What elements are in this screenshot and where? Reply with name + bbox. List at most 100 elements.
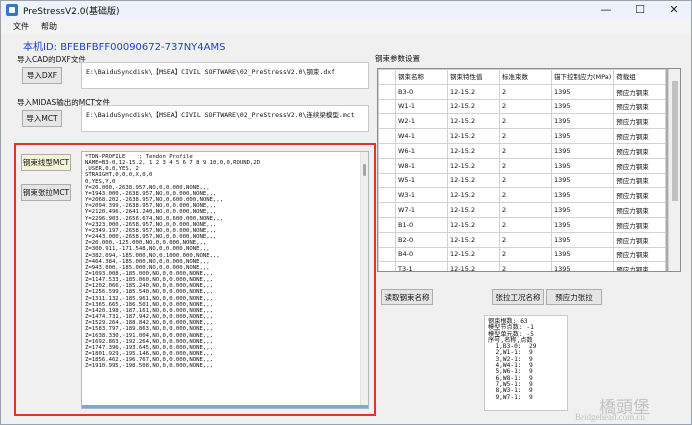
row-header[interactable] <box>378 246 396 263</box>
load-group-cell[interactable]: 预应力钢束 <box>613 187 667 204</box>
tendon-name-cell[interactable]: W1-1 <box>395 98 448 115</box>
tendon-property-cell[interactable]: 12-15.2 <box>447 261 500 271</box>
standard-count-cell[interactable]: 2 <box>499 187 552 204</box>
maximize-button[interactable]: ☐ <box>623 1 657 19</box>
read-tendon-name-button[interactable]: 读取钢束名称 <box>381 289 433 305</box>
tendon-name-cell[interactable]: W5-1 <box>395 172 448 189</box>
standard-count-cell[interactable]: 2 <box>499 261 552 271</box>
tendon-name-cell[interactable]: W8-1 <box>395 157 448 174</box>
tendon-property-cell[interactable]: 12-15.2 <box>447 157 500 174</box>
control-stress-cell[interactable]: 1395 <box>550 187 615 204</box>
tendon-property-cell[interactable]: 12-15.2 <box>447 231 500 248</box>
load-group-cell[interactable]: 预应力钢束 <box>613 216 667 233</box>
import-mct-button[interactable]: 导入MCT <box>22 110 62 127</box>
tendon-name-cell[interactable]: W4-1 <box>395 128 448 144</box>
tendon-property-cell[interactable]: 12-15.2 <box>447 202 500 218</box>
table-row[interactable]: W7-1 12-15.2 2 1395 预应力钢束 <box>378 202 667 218</box>
table-row[interactable]: W5-1 12-15.2 2 1395 预应力钢束 <box>378 172 667 189</box>
control-stress-cell[interactable]: 1395 <box>550 128 615 144</box>
load-group-cell[interactable]: 预应力钢束 <box>613 157 667 174</box>
tendon-name-cell[interactable]: B4-0 <box>395 246 448 263</box>
standard-count-cell[interactable]: 2 <box>499 142 552 159</box>
table-row[interactable]: W4-1 12-15.2 2 1395 预应力钢束 <box>378 128 667 144</box>
control-stress-cell[interactable]: 1395 <box>550 261 615 271</box>
tendon-name-cell[interactable]: W7-1 <box>395 202 448 218</box>
column-header[interactable]: 钢束名称 <box>395 69 448 85</box>
standard-count-cell[interactable]: 2 <box>499 128 552 144</box>
import-dxf-button[interactable]: 导入DXF <box>22 67 62 84</box>
tension-case-name-button[interactable]: 张拉工况名称 <box>492 289 544 305</box>
row-header[interactable] <box>378 187 396 204</box>
load-group-cell[interactable]: 预应力钢束 <box>613 172 667 189</box>
tendon-property-cell[interactable]: 12-15.2 <box>447 142 500 159</box>
load-group-cell[interactable]: 预应力钢束 <box>613 261 667 271</box>
table-row[interactable]: B4-0 12-15.2 2 1395 预应力钢束 <box>378 246 667 263</box>
tendon-shape-mct-button[interactable]: 钢束线型MCT <box>21 154 71 171</box>
standard-count-cell[interactable]: 2 <box>499 246 552 263</box>
control-stress-cell[interactable]: 1395 <box>550 231 615 248</box>
control-stress-cell[interactable]: 1395 <box>550 172 615 189</box>
dxf-path-field[interactable]: E:\BaiduSyncdisk\【MSEA】CIVIL SOFTWARE\02… <box>81 62 369 89</box>
standard-count-cell[interactable]: 2 <box>499 202 552 218</box>
load-group-cell[interactable]: 预应力钢束 <box>613 202 667 218</box>
close-button[interactable]: ✕ <box>657 1 691 19</box>
log-output-textbox[interactable]: 钢束根数: 63 模型节点数: -1 模型单元数: -5 序号,名称,点数 1,B3-… <box>484 315 568 411</box>
load-group-cell[interactable]: 预应力钢束 <box>613 113 667 130</box>
minimize-button[interactable]: — <box>589 1 623 19</box>
tendon-property-cell[interactable]: 12-15.2 <box>447 98 500 115</box>
prestress-tension-button[interactable]: 预应力张拉 <box>546 289 602 305</box>
table-row[interactable]: W1-1 12-15.2 2 1395 预应力钢束 <box>378 98 667 115</box>
tendon-property-cell[interactable]: 12-15.2 <box>447 113 500 130</box>
load-group-cell[interactable]: 预应力钢束 <box>613 98 667 115</box>
column-header[interactable]: 标准束数 <box>499 69 552 85</box>
row-header[interactable] <box>378 113 396 130</box>
row-header[interactable] <box>378 142 396 159</box>
row-header[interactable] <box>378 216 396 233</box>
row-header[interactable] <box>378 172 396 189</box>
control-stress-cell[interactable]: 1395 <box>550 113 615 130</box>
row-header[interactable] <box>378 98 396 115</box>
table-row[interactable]: W8-1 12-15.2 2 1395 预应力钢束 <box>378 157 667 174</box>
row-header[interactable] <box>378 202 396 218</box>
tendon-name-cell[interactable]: W6-1 <box>395 142 448 159</box>
row-header[interactable] <box>378 231 396 248</box>
row-header[interactable] <box>378 83 396 100</box>
table-row[interactable]: W2-1 12-15.2 2 1395 预应力钢束 <box>378 113 667 130</box>
row-header[interactable] <box>378 157 396 174</box>
standard-count-cell[interactable]: 2 <box>499 216 552 233</box>
mct-horizontal-scrollbar[interactable] <box>82 405 368 408</box>
standard-count-cell[interactable]: 2 <box>499 98 552 115</box>
control-stress-cell[interactable]: 1395 <box>550 98 615 115</box>
column-header[interactable]: 荷载组 <box>613 69 667 85</box>
mct-output-textbox[interactable]: *TDN-PROFILE ; Tendon Profile NAME=B3-0,1… <box>81 151 369 409</box>
table-row[interactable]: B1-0 12-15.2 2 1395 预应力钢束 <box>378 216 667 233</box>
tendon-name-cell[interactable]: W3-1 <box>395 187 448 204</box>
tendon-name-cell[interactable]: T3-1 <box>395 261 448 271</box>
standard-count-cell[interactable]: 2 <box>499 231 552 248</box>
load-group-cell[interactable]: 预应力钢束 <box>613 128 667 144</box>
tendon-tension-mct-button[interactable]: 钢束张拉MCT <box>21 184 71 201</box>
load-group-cell[interactable]: 预应力钢束 <box>613 231 667 248</box>
tendon-property-cell[interactable]: 12-15.2 <box>447 216 500 233</box>
menu-help[interactable]: 帮助 <box>41 21 57 32</box>
tendon-params-grid[interactable]: 钢束名称 钢束特性值 标准束数 锚下控制应力(MPa) 荷载组 B3-0 12-1… <box>377 68 681 272</box>
menu-file[interactable]: 文件 <box>13 21 29 32</box>
standard-count-cell[interactable]: 2 <box>499 172 552 189</box>
column-header[interactable]: 钢束特性值 <box>447 69 500 85</box>
tendon-property-cell[interactable]: 12-15.2 <box>447 172 500 189</box>
tendon-name-cell[interactable]: B1-0 <box>395 216 448 233</box>
row-header[interactable] <box>378 128 396 144</box>
control-stress-cell[interactable]: 1395 <box>550 202 615 218</box>
tendon-property-cell[interactable]: 12-15.2 <box>447 128 500 144</box>
standard-count-cell[interactable]: 2 <box>499 83 552 100</box>
mct-vertical-scrollbar[interactable] <box>360 152 368 408</box>
column-header[interactable]: 锚下控制应力(MPa) <box>550 69 615 85</box>
tendon-name-cell[interactable]: B2-0 <box>395 231 448 248</box>
tendon-property-cell[interactable]: 12-15.2 <box>447 187 500 204</box>
load-group-cell[interactable]: 预应力钢束 <box>613 246 667 263</box>
control-stress-cell[interactable]: 1395 <box>550 142 615 159</box>
standard-count-cell[interactable]: 2 <box>499 157 552 174</box>
table-row[interactable]: W3-1 12-15.2 2 1395 预应力钢束 <box>378 187 667 204</box>
table-row[interactable]: B3-0 12-15.2 2 1395 预应力钢束 <box>378 83 667 100</box>
mct-scroll-thumb[interactable] <box>363 164 366 176</box>
